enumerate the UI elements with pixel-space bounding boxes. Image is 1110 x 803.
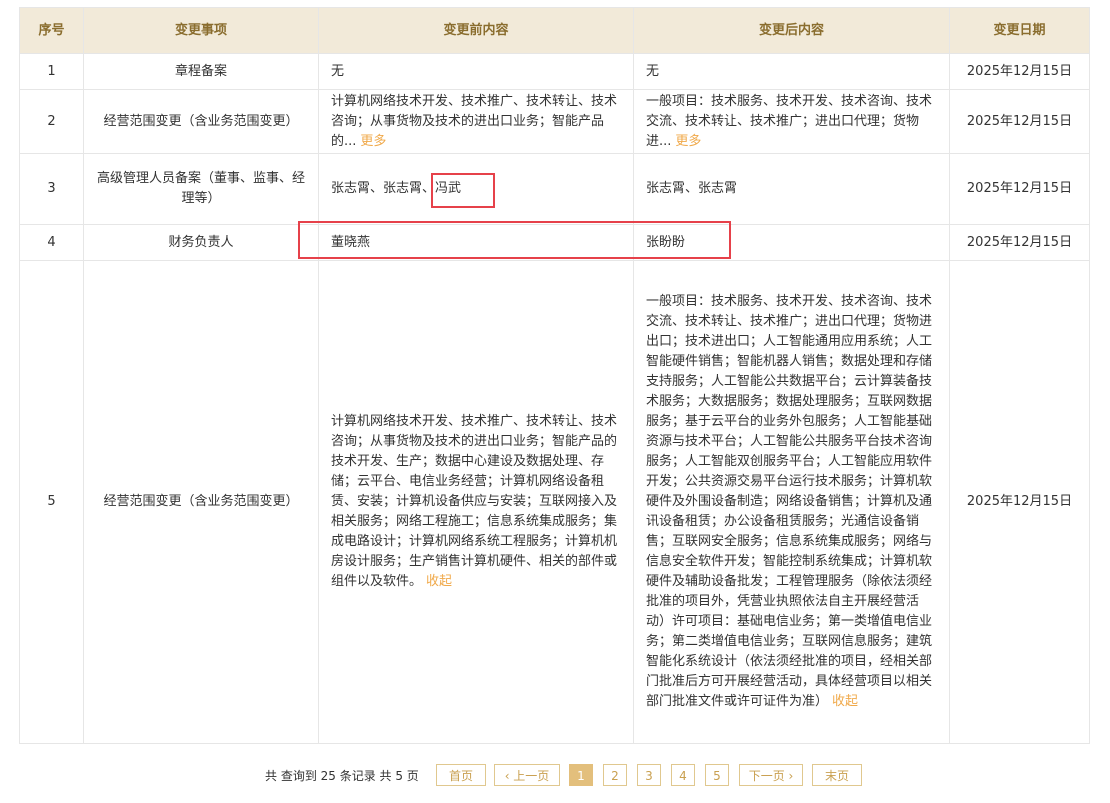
- table-row: 2 经营范围变更（含业务范围变更） 计算机网络技术开发、技术推广、技术转让、技术…: [19, 89, 1090, 154]
- row-no: 5: [19, 260, 84, 744]
- after-text: 无: [646, 63, 660, 79]
- after-text: 一般项目：技术服务、技术开发、技术咨询、技术交流、技术转让、技术推广；进出口代理…: [646, 294, 933, 709]
- first-page-button[interactable]: 首页: [436, 764, 486, 786]
- row-before: 计算机网络技术开发、技术推广、技术转让、技术咨询；从事货物及技术的进出口业务；智…: [318, 89, 634, 154]
- page-button-5[interactable]: 5: [705, 764, 729, 786]
- row-date: 2025年12月15日: [949, 153, 1090, 225]
- header-before: 变更前内容: [318, 7, 634, 54]
- row-no: 4: [19, 224, 84, 261]
- header-item: 变更事项: [83, 7, 319, 54]
- collapse-link[interactable]: 收起: [426, 574, 452, 589]
- row-before: 计算机网络技术开发、技术推广、技术转让、技术咨询；从事货物及技术的进出口业务；智…: [318, 260, 634, 744]
- change-records-table: 序号 变更事项 变更前内容 变更后内容 变更日期 1 章程备案 无 无 2025…: [19, 7, 1090, 744]
- prev-page-button[interactable]: ‹ 上一页: [494, 764, 560, 786]
- pagination: 共 查询到 25 条记录 共 5 页 首页 ‹ 上一页 1 2 3 4 5 下一…: [0, 764, 1110, 788]
- page-button-3[interactable]: 3: [637, 764, 661, 786]
- page-button-2[interactable]: 2: [603, 764, 627, 786]
- row-item: 经营范围变更（含业务范围变更）: [83, 89, 319, 154]
- before-text: 计算机网络技术开发、技术推广、技术转让、技术咨询；从事货物及技术的进出口业务；智…: [331, 414, 618, 589]
- before-text: 无: [331, 63, 345, 79]
- row-no: 2: [19, 89, 84, 154]
- table-row: 4 财务负责人 董晓燕 张盼盼 2025年12月15日: [19, 224, 1090, 261]
- after-text: 张志霄、张志霄: [646, 181, 738, 196]
- pagination-total: 共 查询到 25 条记录 共 5 页: [265, 769, 419, 783]
- table-row: 3 高级管理人员备案（董事、监事、经理等） 张志霄、张志霄、冯武 张志霄、张志霄…: [19, 153, 1090, 225]
- table-row: 5 经营范围变更（含业务范围变更） 计算机网络技术开发、技术推广、技术转让、技术…: [19, 260, 1090, 744]
- row-before: 无: [318, 53, 634, 90]
- row-after: 无: [633, 53, 950, 90]
- header-after: 变更后内容: [633, 7, 950, 54]
- page-button-4[interactable]: 4: [671, 764, 695, 786]
- row-after: 一般项目：技术服务、技术开发、技术咨询、技术交流、技术转让、技术推广；进出口代理…: [633, 260, 950, 744]
- row-date: 2025年12月15日: [949, 224, 1090, 261]
- before-text: 董晓燕: [331, 234, 371, 250]
- next-page-button[interactable]: 下一页 ›: [739, 764, 803, 786]
- more-link[interactable]: 更多: [675, 134, 701, 149]
- row-item: 章程备案: [83, 53, 319, 90]
- header-date: 变更日期: [949, 7, 1090, 54]
- after-text: 张盼盼: [646, 234, 686, 250]
- collapse-link[interactable]: 收起: [832, 694, 858, 709]
- row-no: 3: [19, 153, 84, 225]
- before-text: 张志霄、张志霄、冯武: [331, 181, 462, 196]
- page-button-1[interactable]: 1: [569, 764, 593, 786]
- row-item: 财务负责人: [83, 224, 319, 261]
- table-header-row: 序号 变更事项 变更前内容 变更后内容 变更日期: [19, 7, 1090, 54]
- row-item: 经营范围变更（含业务范围变更）: [83, 260, 319, 744]
- row-before: 张志霄、张志霄、冯武: [318, 153, 634, 225]
- row-after: 张盼盼: [633, 224, 950, 261]
- row-item: 高级管理人员备案（董事、监事、经理等）: [83, 153, 319, 225]
- row-after: 一般项目：技术服务、技术开发、技术咨询、技术交流、技术转让、技术推广；进出口代理…: [633, 89, 950, 154]
- last-page-button[interactable]: 末页: [812, 764, 862, 786]
- row-before: 董晓燕: [318, 224, 634, 261]
- more-link[interactable]: 更多: [360, 134, 386, 149]
- row-after: 张志霄、张志霄: [633, 153, 950, 225]
- table-row: 1 章程备案 无 无 2025年12月15日: [19, 53, 1090, 90]
- row-date: 2025年12月15日: [949, 89, 1090, 154]
- row-date: 2025年12月15日: [949, 53, 1090, 90]
- header-no: 序号: [19, 7, 84, 54]
- row-no: 1: [19, 53, 84, 90]
- row-date: 2025年12月15日: [949, 260, 1090, 744]
